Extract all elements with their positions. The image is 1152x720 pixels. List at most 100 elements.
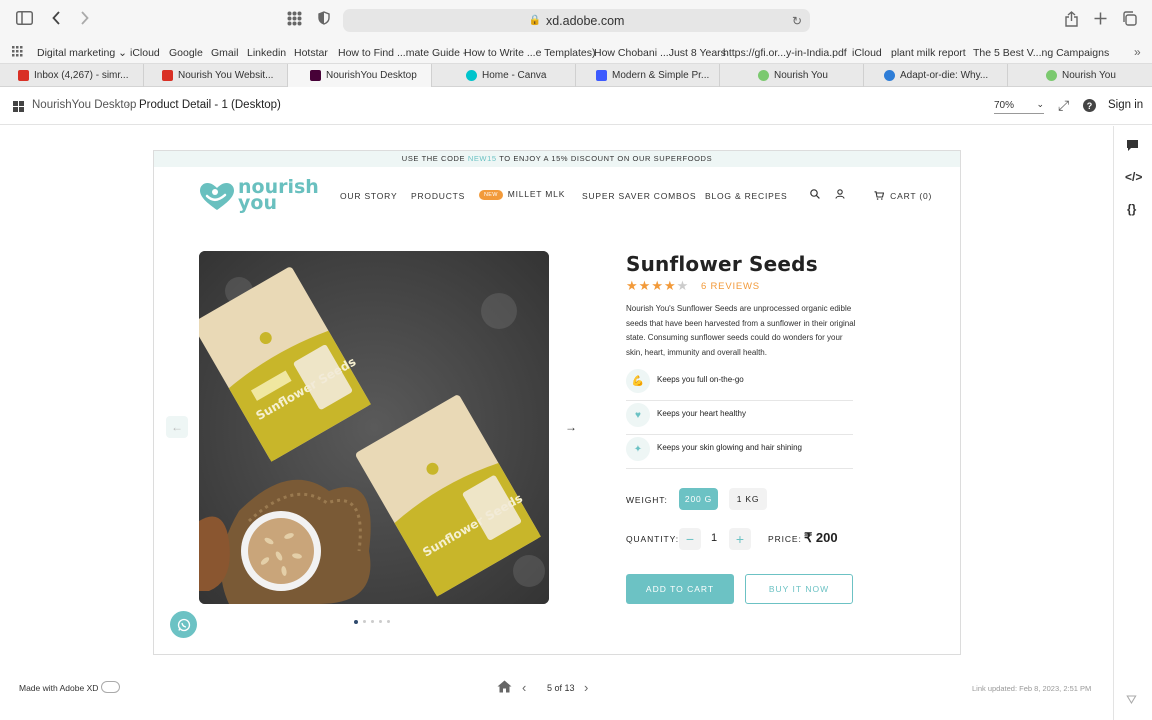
weight-option-1kg[interactable]: 1 KG: [729, 488, 767, 510]
specs-icon[interactable]: {}: [1127, 202, 1136, 216]
help-icon[interactable]: ?: [1083, 99, 1096, 112]
rating-stars: ★★★★★: [626, 278, 689, 294]
weight-option-200g[interactable]: 200 G: [679, 488, 718, 510]
user-icon[interactable]: [835, 189, 845, 202]
bookmark-item[interactable]: https://gfi.or...y-in-India.pdf: [723, 47, 847, 59]
browser-tab[interactable]: Inbox (4,267) - simr...: [0, 64, 144, 87]
code-icon[interactable]: </>: [1125, 170, 1142, 184]
address-bar[interactable]: 🔒 xd.adobe.com ↻: [343, 9, 810, 32]
nav-products[interactable]: PRODUCTS: [411, 191, 465, 201]
bookmark-item[interactable]: plant milk report: [891, 47, 966, 59]
quantity-value: 1: [711, 532, 718, 544]
creative-cloud-icon: [101, 681, 120, 693]
quantity-increase-button[interactable]: +: [729, 528, 751, 550]
whatsapp-icon: [177, 618, 190, 631]
sparkle-icon: ✦: [626, 437, 650, 461]
bookmark-item[interactable]: How Chobani ...Just 8 Years: [594, 47, 726, 59]
breadcrumb-project[interactable]: NourishYou Desktop: [32, 99, 136, 111]
benefit-item: ✦ Keeps your skin glowing and hair shini…: [626, 435, 853, 469]
apps-grid-icon[interactable]: [12, 46, 23, 60]
weight-label: WEIGHT:: [626, 495, 668, 505]
nav-super-saver-combos[interactable]: SUPER SAVER COMBOS: [582, 191, 696, 201]
carousel-dot[interactable]: [387, 620, 390, 623]
carousel-dot[interactable]: [354, 619, 358, 624]
site-logo[interactable]: nourish you: [199, 178, 319, 215]
forward-icon[interactable]: [80, 11, 89, 31]
back-icon[interactable]: [52, 11, 61, 31]
sidebar-toggle-icon[interactable]: [16, 11, 33, 31]
bookmark-item[interactable]: How to Write ...e Templates): [464, 47, 596, 59]
whatsapp-button[interactable]: [170, 611, 197, 638]
benefit-text: Keeps you full on-the-go: [657, 375, 744, 384]
bookmark-item[interactable]: iCloud: [130, 47, 160, 59]
right-rail: </> {}: [1113, 126, 1152, 720]
browser-tab[interactable]: Home - Canva: [432, 64, 576, 87]
nav-our-story[interactable]: OUR STORY: [340, 191, 397, 201]
tab-grid-icon[interactable]: [287, 11, 302, 32]
carousel-prev-button[interactable]: ←: [166, 416, 188, 438]
gmail-icon: [18, 70, 29, 81]
carousel-dot[interactable]: [371, 620, 374, 623]
browser-tab-active[interactable]: NourishYou Desktop: [288, 64, 432, 87]
app-icon: [596, 70, 607, 81]
nav-blog-recipes[interactable]: BLOG & RECIPES: [705, 191, 788, 201]
browser-tab[interactable]: Modern & Simple Pr...: [576, 64, 720, 87]
filter-icon[interactable]: ⛛: [1126, 692, 1137, 708]
promo-banner: USE THE CODE NEW15 TO ENJOY A 15% DISCOU…: [154, 151, 960, 167]
new-tab-icon[interactable]: [1094, 11, 1107, 31]
bookmark-item[interactable]: Linkedin: [247, 47, 286, 59]
tab-bar: Inbox (4,267) - simr... Nourish You Webs…: [0, 64, 1152, 87]
browser-tab[interactable]: Nourish You: [720, 64, 864, 87]
reload-icon[interactable]: ↻: [792, 14, 802, 28]
product-description: Nourish You's Sunflower Seeds are unproc…: [626, 304, 856, 357]
star-filled-icon: ★: [638, 278, 652, 293]
tab-label: Nourish You Websit...: [178, 70, 274, 81]
nourish-you-icon: [758, 70, 769, 81]
previous-screen-icon[interactable]: ‹: [522, 680, 526, 695]
product-image: Sunflower Seeds Sunflower Seeds: [199, 251, 549, 604]
buy-now-button[interactable]: BUY IT NOW: [745, 574, 853, 604]
more-bookmarks-icon[interactable]: »: [1134, 45, 1141, 59]
shield-icon[interactable]: [318, 11, 330, 31]
browser-tab[interactable]: Adapt-or-die: Why...: [864, 64, 1008, 87]
page-indicator: 5 of 13: [547, 683, 575, 693]
share-icon[interactable]: [1065, 11, 1078, 33]
bookmark-item[interactable]: Hotstar: [294, 47, 328, 59]
grid-view-icon[interactable]: [13, 101, 24, 112]
promo-prefix: USE THE CODE: [401, 154, 468, 163]
cart-link[interactable]: CART (0): [874, 191, 932, 201]
carousel-dot[interactable]: [379, 620, 382, 623]
url-text: xd.adobe.com: [545, 13, 625, 28]
bookmark-item[interactable]: Gmail: [211, 47, 238, 59]
browser-tab[interactable]: Nourish You Websit...: [144, 64, 288, 87]
comment-icon[interactable]: [1126, 139, 1139, 155]
browser-tab[interactable]: Nourish You: [1008, 64, 1152, 87]
sign-in-link[interactable]: Sign in: [1108, 99, 1143, 111]
tab-label: Home - Canva: [482, 70, 547, 81]
bookmark-item[interactable]: iCloud: [852, 47, 882, 59]
bookmark-item[interactable]: How to Find ...mate Guide -: [338, 47, 466, 59]
bookmark-item[interactable]: Digital marketing ⌄: [37, 47, 127, 59]
add-to-cart-button[interactable]: ADD TO CART: [626, 574, 734, 604]
zoom-value: 70%: [994, 100, 1015, 111]
nav-millet-mlk[interactable]: NEW MILLET MLK: [479, 189, 565, 200]
fullscreen-icon[interactable]: ⤢: [1058, 97, 1069, 114]
reviews-link[interactable]: 6 REVIEWS: [701, 281, 760, 292]
benefit-item: ♥ Keeps your heart healthy: [626, 401, 853, 435]
search-icon[interactable]: [810, 189, 820, 202]
tab-label: Nourish You: [774, 70, 828, 81]
zoom-select[interactable]: 70% ⌄: [994, 99, 1044, 114]
bookmark-item[interactable]: The 5 Best V...ng Campaigns: [973, 47, 1109, 59]
artboard: USE THE CODE NEW15 TO ENJOY A 15% DISCOU…: [153, 150, 961, 655]
carousel-next-button[interactable]: →: [560, 416, 582, 438]
tab-label: NourishYou Desktop: [326, 70, 417, 81]
quantity-decrease-button[interactable]: −: [679, 528, 701, 550]
made-with-xd[interactable]: Made with Adobe XD: [19, 683, 98, 693]
gmail-icon: [162, 70, 173, 81]
carousel-dot[interactable]: [363, 620, 366, 623]
tab-overview-icon[interactable]: [1122, 11, 1137, 32]
heart-logo-icon: [200, 183, 234, 210]
home-icon[interactable]: [497, 680, 512, 696]
bookmark-item[interactable]: Google: [169, 47, 203, 59]
next-screen-icon[interactable]: ›: [584, 680, 588, 695]
